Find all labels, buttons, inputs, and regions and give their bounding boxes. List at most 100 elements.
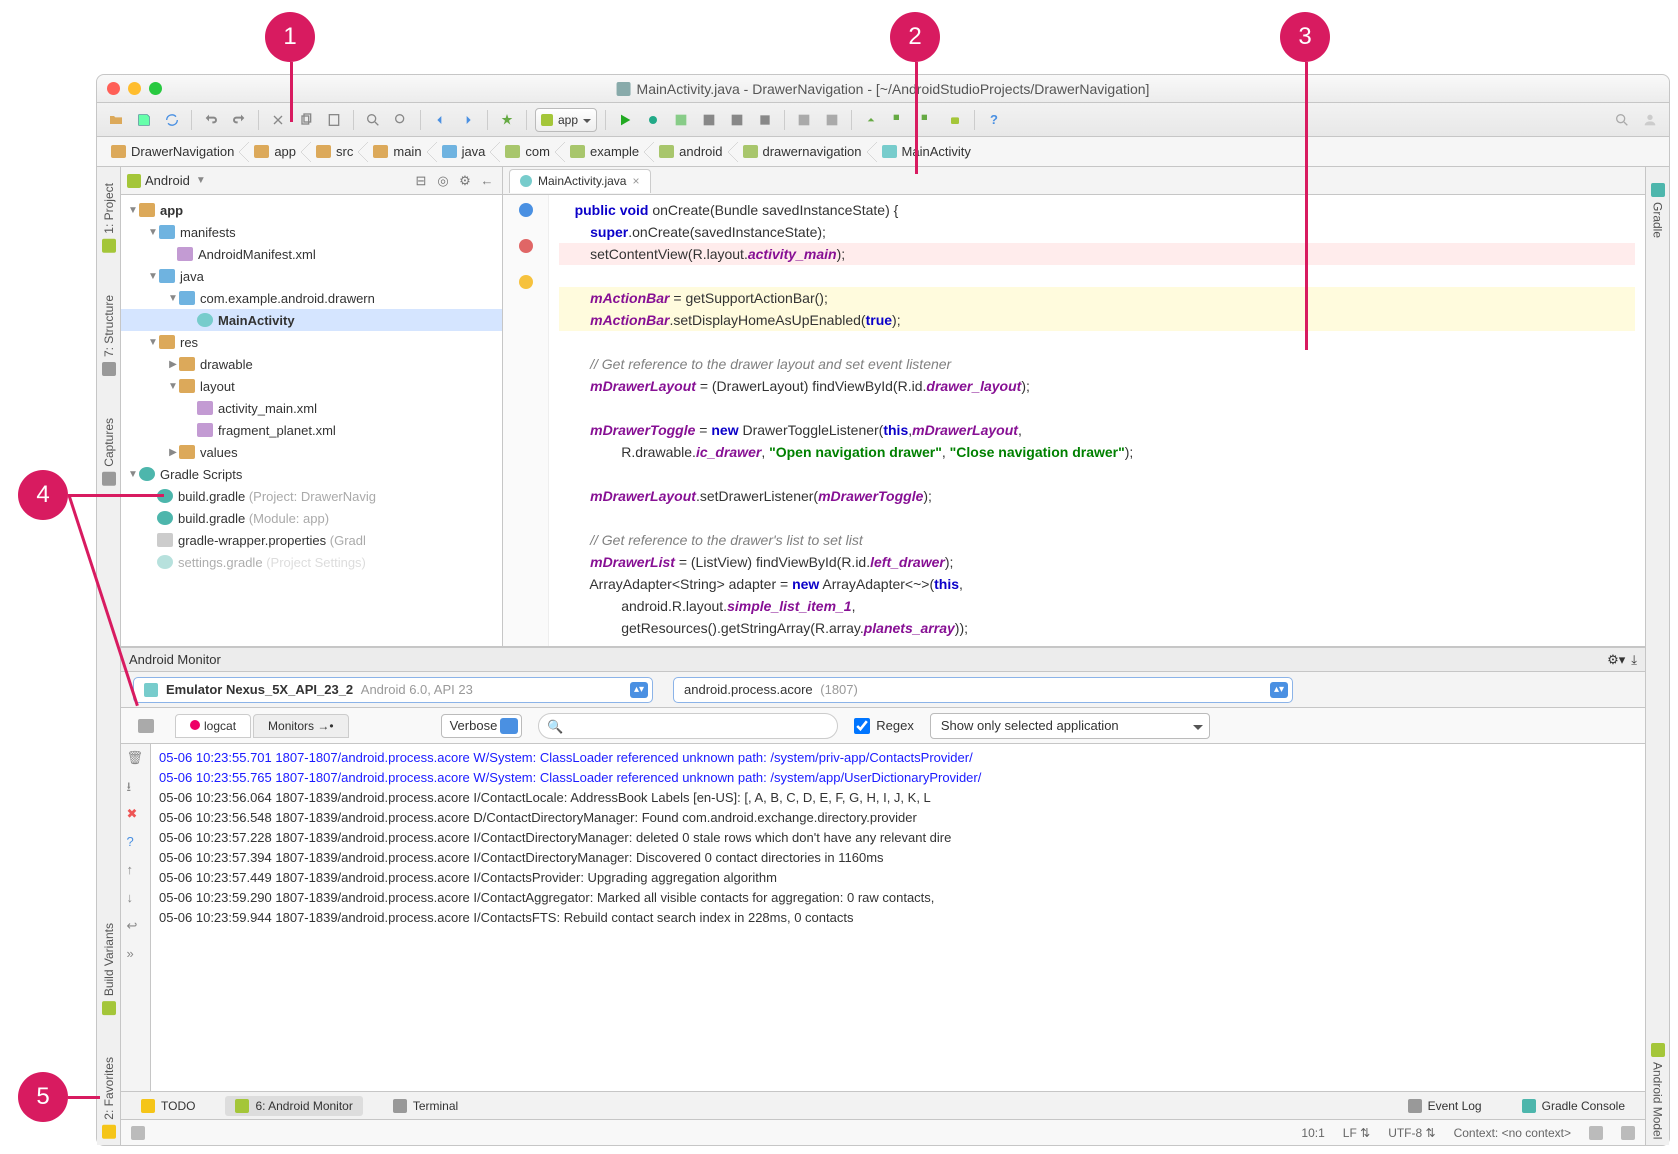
- replace-icon[interactable]: [390, 109, 412, 131]
- toolwindow-gradleconsole[interactable]: Gradle Console: [1512, 1096, 1635, 1116]
- crumb-project[interactable]: DrawerNavigation: [105, 140, 248, 164]
- sync-icon[interactable]: [161, 109, 183, 131]
- sidebar-tab-captures[interactable]: Captures: [100, 412, 118, 492]
- monitor-settings-icon[interactable]: ⚙▾: [1607, 652, 1625, 668]
- status-bar: 10:1 LF ⇅ UTF-8 ⇅ Context: <no context>: [121, 1119, 1645, 1145]
- wrap-icon[interactable]: ↩︎: [127, 918, 145, 936]
- tab-monitors[interactable]: Monitors →•: [253, 714, 349, 738]
- back-icon[interactable]: [429, 109, 451, 131]
- avd-icon[interactable]: [793, 109, 815, 131]
- run-icon[interactable]: [614, 109, 636, 131]
- lock-icon[interactable]: [1589, 1126, 1603, 1140]
- status-tool-icon[interactable]: [131, 1126, 145, 1140]
- breadcrumb: DrawerNavigation app src main java com e…: [97, 137, 1669, 167]
- find-icon[interactable]: [362, 109, 384, 131]
- toolwindow-todo[interactable]: TODO: [131, 1096, 205, 1116]
- log-output[interactable]: 05-06 10:23:55.701 1807-1807/android.pro…: [151, 744, 1645, 1091]
- file-icon: [617, 82, 631, 96]
- open-icon[interactable]: [105, 109, 127, 131]
- sidebar-tab-favorites[interactable]: 2: Favorites: [100, 1051, 118, 1145]
- help-small-icon[interactable]: ?: [127, 834, 145, 852]
- up-icon[interactable]: ↑: [127, 862, 145, 880]
- toolwindow-monitor[interactable]: 6: Android Monitor: [225, 1096, 362, 1116]
- crumb-example[interactable]: example: [564, 140, 653, 164]
- cut-icon[interactable]: [267, 109, 289, 131]
- screenshot-icon[interactable]: [138, 719, 154, 733]
- project-view-label[interactable]: Android: [145, 173, 190, 188]
- inspector-icon[interactable]: [1621, 1126, 1635, 1140]
- code-area[interactable]: public void onCreate(Bundle savedInstanc…: [549, 195, 1645, 646]
- toolwindow-terminal[interactable]: Terminal: [383, 1096, 468, 1116]
- hide-icon[interactable]: ←: [478, 172, 496, 190]
- user-icon[interactable]: [1639, 109, 1661, 131]
- crumb-app[interactable]: app: [248, 140, 310, 164]
- context[interactable]: Context: <no context>: [1454, 1126, 1571, 1140]
- restart-icon[interactable]: »: [127, 946, 145, 964]
- android-icon[interactable]: [944, 109, 966, 131]
- sidebar-tab-build-variants[interactable]: Build Variants: [100, 917, 118, 1021]
- trash-icon[interactable]: 🗑: [127, 750, 145, 768]
- line-ending[interactable]: LF ⇅: [1343, 1126, 1370, 1140]
- sidebar-tab-structure[interactable]: 7: Structure: [100, 289, 118, 382]
- collapse-all-icon[interactable]: ⊟: [412, 172, 430, 190]
- help-icon[interactable]: ?: [983, 109, 1005, 131]
- device-selector[interactable]: Emulator Nexus_5X_API_23_2 Android 6.0, …: [133, 677, 653, 703]
- breakpoint-icon[interactable]: [519, 239, 533, 253]
- log-search-input[interactable]: 🔍: [538, 713, 838, 739]
- search-everywhere-icon[interactable]: [1611, 109, 1633, 131]
- debug-icon[interactable]: [642, 109, 664, 131]
- profile-icon[interactable]: [698, 109, 720, 131]
- window-title: MainActivity.java - DrawerNavigation - […: [617, 81, 1150, 97]
- close-tab-icon[interactable]: ×: [632, 174, 639, 188]
- log-area: 🗑 ⭳ ✖ ? ↑ ↓ ↩︎ » 05-06 10:23:55.701 1807…: [121, 744, 1645, 1091]
- crumb-java[interactable]: java: [436, 140, 500, 164]
- monitor-hide-icon[interactable]: ⤓: [1631, 652, 1637, 668]
- undo-icon[interactable]: [200, 109, 222, 131]
- encoding[interactable]: UTF-8 ⇅: [1388, 1126, 1435, 1140]
- override-icon[interactable]: [519, 203, 533, 217]
- editor[interactable]: public void onCreate(Bundle savedInstanc…: [503, 195, 1645, 646]
- crumb-src[interactable]: src: [310, 140, 367, 164]
- locate-icon[interactable]: ◎: [434, 172, 452, 190]
- editor-tab-mainactivity[interactable]: MainActivity.java ×: [509, 169, 651, 193]
- annotation-5: 5: [18, 1072, 68, 1122]
- sdk-icon[interactable]: [821, 109, 843, 131]
- tab-logcat[interactable]: logcat: [175, 714, 251, 738]
- gradle-sync-icon[interactable]: [860, 109, 882, 131]
- save-icon[interactable]: [133, 109, 155, 131]
- process-selector[interactable]: android.process.acore (1807) ▴▾: [673, 677, 1293, 703]
- toolwindow-eventlog[interactable]: Event Log: [1398, 1096, 1492, 1116]
- window-maximize[interactable]: [149, 82, 162, 95]
- make-icon[interactable]: [496, 109, 518, 131]
- sidebar-tab-android-model[interactable]: Android Model: [1649, 1037, 1667, 1145]
- sidebar-tab-gradle[interactable]: Gradle: [1649, 177, 1667, 244]
- redo-icon[interactable]: [228, 109, 250, 131]
- settings-icon-small[interactable]: ⚙: [456, 172, 474, 190]
- crumb-com[interactable]: com: [499, 140, 564, 164]
- window-close[interactable]: [107, 82, 120, 95]
- down-icon[interactable]: ↓: [127, 890, 145, 908]
- lightbulb-icon[interactable]: [519, 275, 533, 289]
- log-filter-selector[interactable]: Show only selected application: [930, 713, 1210, 739]
- copy-icon[interactable]: [295, 109, 317, 131]
- sidebar-tab-project[interactable]: 1: Project: [100, 177, 118, 259]
- forward-icon[interactable]: [457, 109, 479, 131]
- annotation-line-5: [68, 1096, 100, 1099]
- attach-icon[interactable]: [726, 109, 748, 131]
- scroll-end-icon[interactable]: ⭳: [127, 778, 145, 796]
- regex-checkbox[interactable]: Regex: [854, 718, 914, 734]
- paste-icon[interactable]: [323, 109, 345, 131]
- coverage-icon[interactable]: [670, 109, 692, 131]
- gradle-tasks-icon[interactable]: [916, 109, 938, 131]
- project-tree[interactable]: ▼app ▼manifests AndroidManifest.xml ▼jav…: [121, 195, 502, 646]
- crumb-main[interactable]: main: [367, 140, 435, 164]
- stop-icon[interactable]: [754, 109, 776, 131]
- project-structure-icon[interactable]: [888, 109, 910, 131]
- crumb-drawernavigation[interactable]: drawernavigation: [737, 140, 876, 164]
- crumb-android[interactable]: android: [653, 140, 736, 164]
- crumb-mainactivity[interactable]: MainActivity: [876, 140, 985, 164]
- error-icon[interactable]: ✖: [127, 806, 145, 824]
- module-selector[interactable]: app: [535, 108, 597, 132]
- window-minimize[interactable]: [128, 82, 141, 95]
- log-level-selector[interactable]: Verbose: [441, 714, 523, 738]
